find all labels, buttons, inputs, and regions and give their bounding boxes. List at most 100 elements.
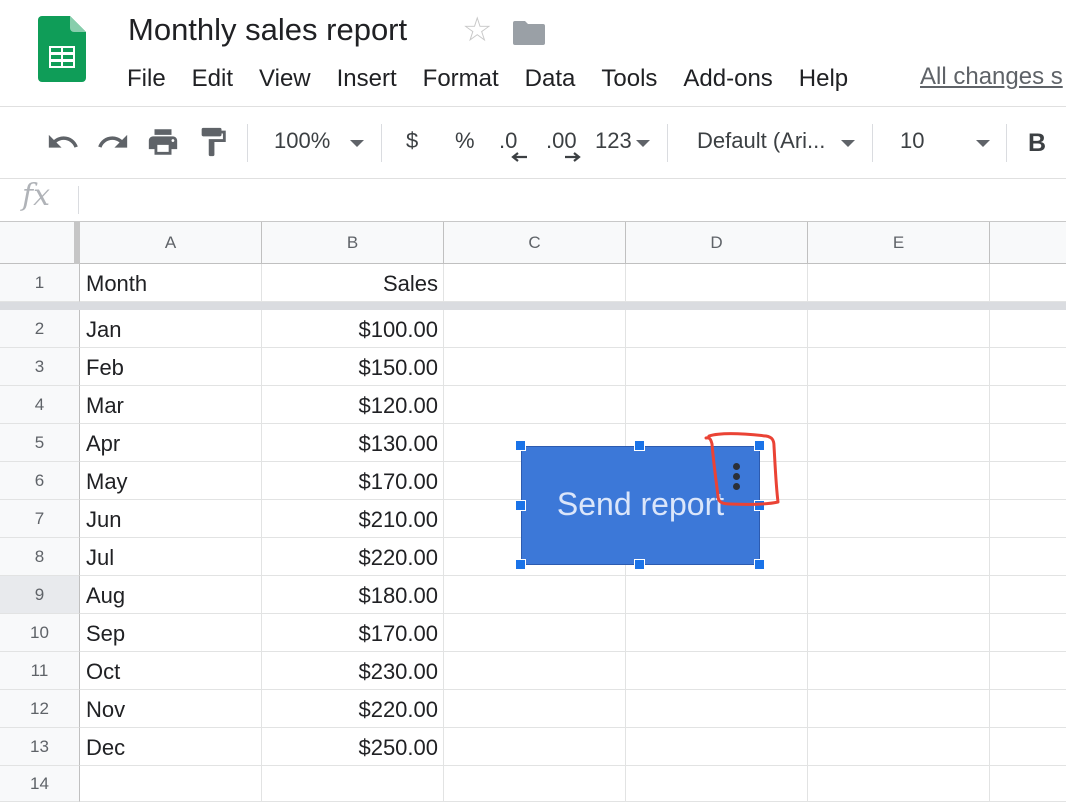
font-family-select[interactable]: Default (Ari... xyxy=(697,128,825,154)
cell-f10[interactable] xyxy=(990,614,1066,652)
cell-f2[interactable] xyxy=(990,310,1066,348)
menu-edit[interactable]: Edit xyxy=(179,65,246,93)
column-header-f[interactable] xyxy=(990,222,1066,264)
cell-f3[interactable] xyxy=(990,348,1066,386)
cell-d1[interactable] xyxy=(626,264,808,302)
cell-f8[interactable] xyxy=(990,538,1066,576)
cell-a4[interactable]: Mar xyxy=(80,386,262,424)
cell-a14[interactable] xyxy=(80,766,262,802)
row-header-9[interactable]: 9 xyxy=(0,576,80,614)
cell-c2[interactable] xyxy=(444,310,626,348)
cell-b8[interactable]: $220.00 xyxy=(262,538,444,576)
menu-tools[interactable]: Tools xyxy=(588,65,670,93)
row-header-1[interactable]: 1 xyxy=(0,264,80,302)
row-header-7[interactable]: 7 xyxy=(0,500,80,538)
cell-d13[interactable] xyxy=(626,728,808,766)
select-all-corner[interactable] xyxy=(0,222,80,264)
column-header-c[interactable]: C xyxy=(444,222,626,264)
cell-b6[interactable]: $170.00 xyxy=(262,462,444,500)
cell-f9[interactable] xyxy=(990,576,1066,614)
redo-icon[interactable] xyxy=(96,125,130,159)
undo-icon[interactable] xyxy=(46,125,80,159)
cell-c4[interactable] xyxy=(444,386,626,424)
font-chevron-down-icon[interactable] xyxy=(841,140,855,147)
cell-a2[interactable]: Jan xyxy=(80,310,262,348)
cell-c9[interactable] xyxy=(444,576,626,614)
cell-c13[interactable] xyxy=(444,728,626,766)
menu-format[interactable]: Format xyxy=(410,65,512,93)
cell-a8[interactable]: Jul xyxy=(80,538,262,576)
google-sheets-logo-icon[interactable] xyxy=(38,16,86,82)
cell-f14[interactable] xyxy=(990,766,1066,802)
paint-format-icon[interactable] xyxy=(196,125,230,159)
font-size-chevron-down-icon[interactable] xyxy=(976,140,990,147)
cell-f13[interactable] xyxy=(990,728,1066,766)
format-currency-button[interactable]: $ xyxy=(406,128,418,154)
menu-file[interactable]: File xyxy=(114,65,179,93)
menu-insert[interactable]: Insert xyxy=(324,65,410,93)
row-header-11[interactable]: 11 xyxy=(0,652,80,690)
cell-e2[interactable] xyxy=(808,310,990,348)
cell-b11[interactable]: $230.00 xyxy=(262,652,444,690)
cell-f5[interactable] xyxy=(990,424,1066,462)
column-header-e[interactable]: E xyxy=(808,222,990,264)
cell-f4[interactable] xyxy=(990,386,1066,424)
cell-c14[interactable] xyxy=(444,766,626,802)
format-percent-button[interactable]: % xyxy=(455,128,475,154)
row-header-13[interactable]: 13 xyxy=(0,728,80,766)
menu-help[interactable]: Help xyxy=(786,65,861,93)
cell-b5[interactable]: $130.00 xyxy=(262,424,444,462)
cell-f6[interactable] xyxy=(990,462,1066,500)
cell-d10[interactable] xyxy=(626,614,808,652)
bold-button[interactable]: B xyxy=(1028,129,1046,158)
cell-e4[interactable] xyxy=(808,386,990,424)
row-header-4[interactable]: 4 xyxy=(0,386,80,424)
column-header-b[interactable]: B xyxy=(262,222,444,264)
row-header-5[interactable]: 5 xyxy=(0,424,80,462)
cell-a1[interactable]: Month xyxy=(80,264,262,302)
cell-f7[interactable] xyxy=(990,500,1066,538)
cell-d3[interactable] xyxy=(626,348,808,386)
resize-handle-bottom[interactable] xyxy=(634,559,645,570)
cell-c12[interactable] xyxy=(444,690,626,728)
row-header-8[interactable]: 8 xyxy=(0,538,80,576)
star-outline-icon[interactable]: ☆ xyxy=(462,13,492,47)
row-header-3[interactable]: 3 xyxy=(0,348,80,386)
cell-b10[interactable]: $170.00 xyxy=(262,614,444,652)
cell-d14[interactable] xyxy=(626,766,808,802)
resize-handle-top[interactable] xyxy=(634,440,645,451)
menu-view[interactable]: View xyxy=(246,65,324,93)
cell-b1[interactable]: Sales xyxy=(262,264,444,302)
cell-e5[interactable] xyxy=(808,424,990,462)
cell-e13[interactable] xyxy=(808,728,990,766)
cell-e7[interactable] xyxy=(808,500,990,538)
freeze-row-handle[interactable] xyxy=(0,302,1066,310)
cell-a3[interactable]: Feb xyxy=(80,348,262,386)
cell-f11[interactable] xyxy=(990,652,1066,690)
folder-icon[interactable] xyxy=(513,19,545,45)
row-header-14[interactable]: 14 xyxy=(0,766,80,802)
cell-e8[interactable] xyxy=(808,538,990,576)
cell-e9[interactable] xyxy=(808,576,990,614)
resize-handle-bottom-left[interactable] xyxy=(515,559,526,570)
cell-a5[interactable]: Apr xyxy=(80,424,262,462)
zoom-select[interactable]: 100% xyxy=(274,128,330,154)
menu-data[interactable]: Data xyxy=(512,65,589,93)
cell-b14[interactable] xyxy=(262,766,444,802)
resize-handle-bottom-right[interactable] xyxy=(754,559,765,570)
cell-e11[interactable] xyxy=(808,652,990,690)
more-formats-chevron-down-icon[interactable] xyxy=(636,140,650,147)
cell-c10[interactable] xyxy=(444,614,626,652)
cell-e10[interactable] xyxy=(808,614,990,652)
cell-a9[interactable]: Aug xyxy=(80,576,262,614)
cell-d4[interactable] xyxy=(626,386,808,424)
cell-d12[interactable] xyxy=(626,690,808,728)
cell-d11[interactable] xyxy=(626,652,808,690)
cell-e3[interactable] xyxy=(808,348,990,386)
save-status-link[interactable]: All changes s xyxy=(920,63,1063,91)
cell-e14[interactable] xyxy=(808,766,990,802)
cell-d9[interactable] xyxy=(626,576,808,614)
cell-b7[interactable]: $210.00 xyxy=(262,500,444,538)
font-size-select[interactable]: 10 xyxy=(900,128,924,154)
cell-b3[interactable]: $150.00 xyxy=(262,348,444,386)
